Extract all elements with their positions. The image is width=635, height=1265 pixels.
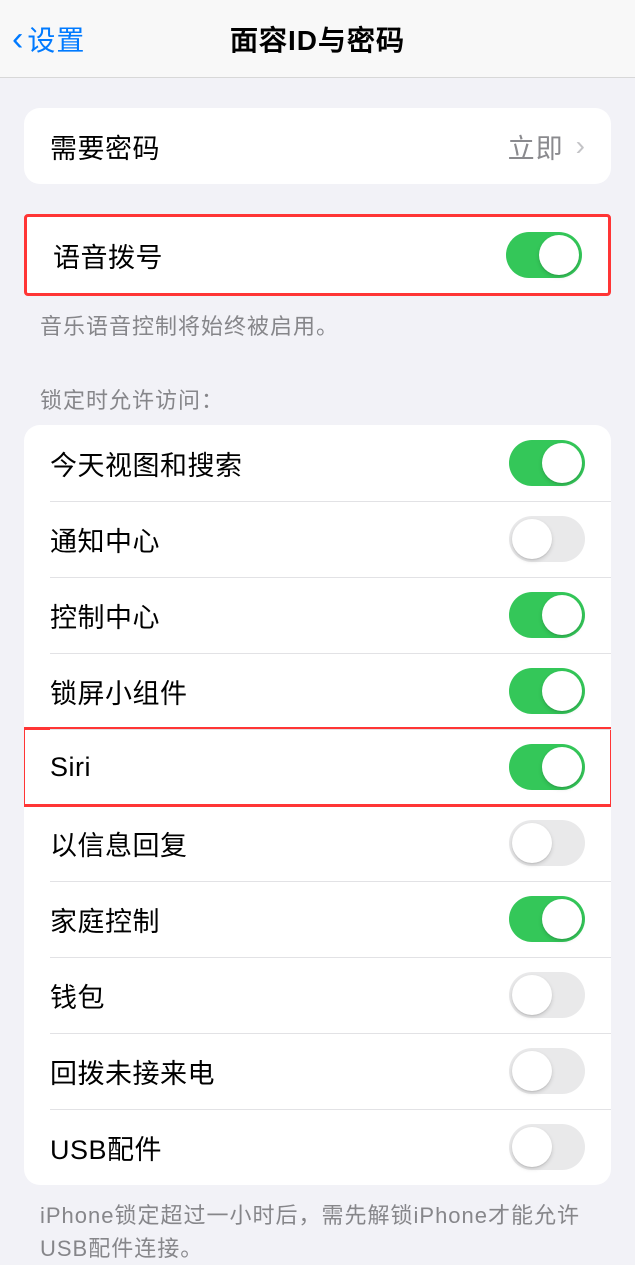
page-title: 面容ID与密码 [230, 19, 405, 59]
require-passcode-row[interactable]: 需要密码 立即 › [24, 108, 611, 184]
lock-screen-widgets-toggle[interactable] [509, 668, 585, 714]
reply-with-message-label: 以信息回复 [50, 824, 188, 863]
notification-center-label: 通知中心 [50, 520, 160, 559]
reply-with-message-toggle[interactable] [509, 820, 585, 866]
usb-footer: iPhone锁定超过一小时后，需先解锁iPhone才能允许USB配件连接。 [40, 1199, 595, 1265]
require-passcode-label: 需要密码 [50, 127, 160, 166]
today-view-toggle[interactable] [509, 440, 585, 486]
control-center-row: 控制中心 [24, 577, 611, 653]
chevron-left-icon: ‹ [12, 22, 23, 56]
home-control-label: 家庭控制 [50, 900, 160, 939]
require-passcode-value: 立即 [508, 127, 564, 166]
siri-toggle[interactable] [509, 744, 585, 790]
lock-screen-widgets-row: 锁屏小组件 [24, 653, 611, 729]
voice-dial-card: 语音拨号 [24, 214, 611, 296]
usb-accessories-row: USB配件 [24, 1109, 611, 1185]
voice-dial-row: 语音拨号 [27, 217, 608, 293]
lock-access-header: 锁定时允许访问： [40, 383, 595, 415]
today-view-label: 今天视图和搜索 [50, 444, 243, 483]
control-center-toggle[interactable] [509, 592, 585, 638]
control-center-label: 控制中心 [50, 596, 160, 635]
reply-with-message-row: 以信息回复 [24, 805, 611, 881]
back-button[interactable]: ‹ 设置 [12, 19, 85, 59]
wallet-row: 钱包 [24, 957, 611, 1033]
notification-center-row: 通知中心 [24, 501, 611, 577]
content: 需要密码 立即 › 语音拨号 音乐语音控制将始终被启用。 锁定时允许访问： 今天… [0, 108, 635, 1265]
today-view-row: 今天视图和搜索 [24, 425, 611, 501]
notification-center-toggle[interactable] [509, 516, 585, 562]
chevron-right-icon: › [576, 130, 585, 162]
home-control-toggle[interactable] [509, 896, 585, 942]
lock-screen-widgets-label: 锁屏小组件 [50, 672, 188, 711]
wallet-label: 钱包 [50, 976, 105, 1015]
voice-dial-toggle[interactable] [506, 232, 582, 278]
wallet-toggle[interactable] [509, 972, 585, 1018]
siri-row: Siri [24, 729, 611, 805]
require-passcode-card: 需要密码 立即 › [24, 108, 611, 184]
return-missed-calls-label: 回拨未接来电 [50, 1052, 215, 1091]
return-missed-calls-row: 回拨未接来电 [24, 1033, 611, 1109]
back-label: 设置 [27, 19, 85, 59]
row-right: 立即 › [508, 127, 585, 166]
nav-bar: ‹ 设置 面容ID与密码 [0, 0, 635, 78]
return-missed-calls-toggle[interactable] [509, 1048, 585, 1094]
usb-accessories-toggle[interactable] [509, 1124, 585, 1170]
lock-access-card: 今天视图和搜索 通知中心 控制中心 锁屏小组件 Siri 以信息回复 家庭控制 [24, 425, 611, 1185]
home-control-row: 家庭控制 [24, 881, 611, 957]
siri-label: Siri [50, 752, 91, 783]
voice-dial-label: 语音拨号 [53, 236, 163, 275]
voice-dial-footer: 音乐语音控制将始终被启用。 [40, 310, 595, 343]
usb-accessories-label: USB配件 [50, 1128, 162, 1167]
